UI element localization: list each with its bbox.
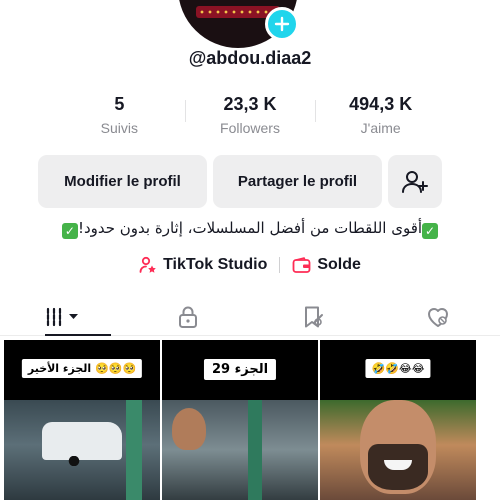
video-caption: 🤣🤣😂😂	[365, 359, 431, 378]
balance-link[interactable]: Solde	[292, 256, 361, 274]
video-thumbnail[interactable]: الجزء 29	[162, 340, 318, 500]
video-preview-image	[162, 400, 318, 500]
video-caption: الجزء الأخير 🥺🥺🥺	[21, 359, 143, 378]
bio-text: أقوى اللقطات من أفضل المسلسلات، إثارة بد…	[77, 219, 423, 237]
grid-icon	[46, 307, 78, 326]
video-preview-image	[320, 400, 476, 500]
plus-icon	[274, 16, 290, 32]
stat-likes-label: J'aime	[360, 120, 401, 136]
bookmark-icon	[304, 306, 323, 327]
person-shape	[172, 408, 206, 450]
lock-icon	[178, 306, 197, 328]
car-shape	[42, 422, 122, 466]
video-thumbnail[interactable]: الجزء الأخير 🥺🥺🥺	[4, 340, 160, 500]
stat-following-label: Suivis	[100, 120, 139, 136]
profile-actions: Modifier le profil Partager le profil	[38, 155, 442, 208]
find-friends-button[interactable]	[388, 155, 442, 208]
tab-private[interactable]	[125, 298, 250, 335]
profile-bio: ✓أقوى اللقطات من أفضل المسلسلات، إثارة ب…	[0, 219, 500, 239]
tab-favorites[interactable]	[250, 298, 375, 335]
tiktok-studio-label: TikTok Studio	[163, 256, 268, 273]
pillar-shape	[126, 400, 142, 500]
stat-likes-value: 494,3 K	[349, 94, 413, 114]
check-mark-icon: ✓	[61, 223, 78, 239]
stat-following[interactable]: 5 Suivis	[54, 92, 185, 142]
profile-stats: 5 Suivis 23,3 K Followers 494,3 K J'aime	[54, 92, 446, 142]
tab-videos[interactable]	[0, 298, 125, 336]
stat-followers[interactable]: 23,3 K Followers	[184, 92, 316, 142]
video-thumbnail[interactable]: 🤣🤣😂😂	[320, 340, 476, 500]
add-photo-button[interactable]	[265, 7, 299, 41]
video-grid: الجزء الأخير 🥺🥺🥺 الجزء 29 🤣🤣😂😂	[4, 340, 476, 500]
heart-icon	[427, 307, 448, 327]
link-divider	[279, 257, 281, 273]
balance-label: Solde	[317, 256, 361, 273]
avatar-image-lights	[198, 10, 278, 14]
tiktok-studio-link[interactable]: TikTok Studio	[139, 256, 267, 274]
add-user-icon	[402, 170, 428, 193]
tab-liked[interactable]	[375, 298, 500, 335]
video-caption: الجزء 29	[203, 359, 277, 380]
wallet-icon	[292, 256, 311, 273]
share-profile-button[interactable]: Partager le profil	[213, 155, 382, 208]
check-mark-icon: ✓	[422, 223, 439, 239]
video-preview-image	[4, 400, 160, 500]
stat-followers-value: 23,3 K	[223, 94, 277, 114]
stat-followers-label: Followers	[220, 120, 280, 136]
profile-links: TikTok Studio Solde	[0, 256, 500, 274]
edit-profile-button[interactable]: Modifier le profil	[38, 155, 207, 208]
stat-likes[interactable]: 494,3 K J'aime	[315, 92, 446, 142]
profile-tabs	[0, 298, 500, 336]
username: @abdou.diaa2	[188, 48, 312, 68]
stat-following-value: 5	[114, 94, 125, 114]
person-star-icon	[139, 256, 156, 273]
pillar-shape	[248, 400, 262, 500]
